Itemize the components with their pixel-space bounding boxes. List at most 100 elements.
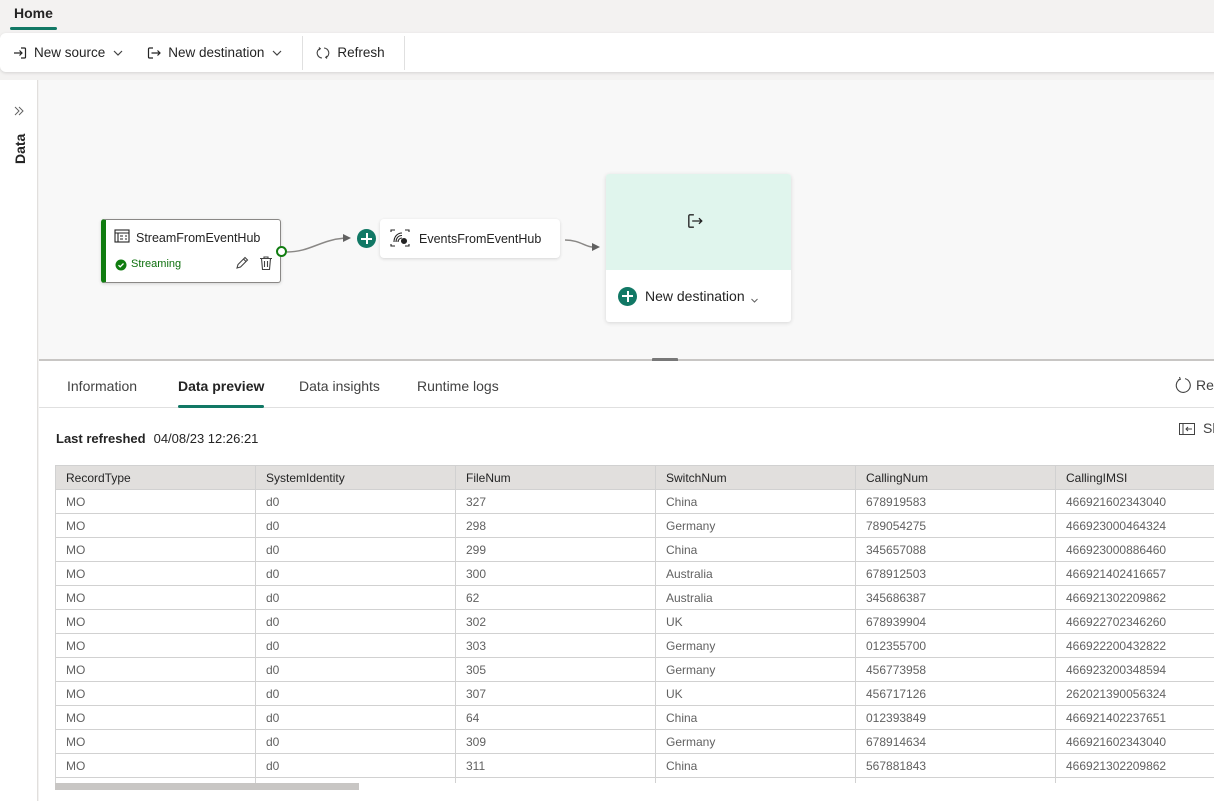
table-cell: 466921602343040 [1055, 729, 1214, 754]
column-header[interactable]: FileNum [455, 465, 656, 490]
table-header-row: RecordType SystemIdentity FileNum SwitchNum… [55, 465, 1214, 490]
table-cell: 327 [455, 489, 656, 514]
table-cell: d0 [255, 753, 456, 778]
edit-pencil-icon[interactable] [235, 256, 249, 270]
new-destination-dropdown[interactable]: New destination [606, 270, 791, 322]
table-cell: 466923200348594 [1055, 657, 1214, 682]
destination-card[interactable]: New destination [606, 174, 791, 322]
details-panel: Information Data preview Data insights R… [39, 361, 1214, 801]
source-status: Streaming [131, 258, 182, 270]
add-operation-button[interactable] [357, 229, 376, 248]
table-cell: MO [55, 537, 256, 562]
source-node[interactable]: StreamFromEventHub Streaming [101, 219, 281, 283]
table-cell: MO [55, 753, 256, 778]
table-cell: Germany [655, 633, 856, 658]
column-header[interactable]: CallingIMSI [1055, 465, 1214, 490]
new-destination-card-label: New destination [645, 288, 745, 304]
table-cell: UK [655, 609, 856, 634]
table-cell: Germany [655, 657, 856, 682]
table-row: MO d0 300 Australia 678912503 466921402416657 [55, 561, 1214, 586]
table-cell: 678939904 [855, 609, 1056, 634]
table-cell: 466923000464324 [1055, 513, 1214, 538]
table-cell: MO [55, 681, 256, 706]
table-row: MO d0 299 China 345657088 466923000886460 [55, 537, 1214, 562]
horizontal-scrollbar[interactable] [55, 783, 359, 790]
table-cell: 466922702346260 [1055, 609, 1214, 634]
refresh-button[interactable]: Refresh [315, 38, 385, 68]
table-cell: d0 [255, 561, 456, 586]
data-rail-label: Data [12, 133, 28, 164]
stream-node[interactable]: EventsFromEventHub [380, 219, 560, 258]
table-cell: 466921402237651 [1055, 705, 1214, 730]
top-tab-bar: Home [0, 0, 1214, 32]
tab-runtime-logs[interactable]: Runtime logs [417, 378, 499, 408]
table-cell: 466921602343040 [1055, 489, 1214, 514]
tab-data-preview[interactable]: Data preview [178, 378, 265, 408]
destination-card-header [606, 174, 791, 270]
table-cell: 678914634 [855, 729, 1056, 754]
refresh-label: Refresh [337, 45, 385, 60]
source-output-port[interactable] [276, 246, 287, 257]
sign-out-icon [686, 212, 704, 230]
table-cell: UK [655, 681, 856, 706]
tab-home[interactable]: Home [10, 0, 57, 30]
table-cell: d0 [255, 585, 456, 610]
table-cell: 299 [455, 537, 656, 562]
table-row: MO d0 64 China 012393849 466921402237651 [55, 705, 1214, 730]
table-cell: 345657088 [855, 537, 1056, 562]
data-preview-table: RecordType SystemIdentity FileNum SwitchNum… [55, 465, 1214, 783]
table-cell: 302 [455, 609, 656, 634]
table-cell: 012393849 [855, 705, 1056, 730]
panel-left-icon [1179, 422, 1195, 435]
table-cell: Australia [655, 585, 856, 610]
table-cell: China [655, 537, 856, 562]
new-source-button[interactable]: New source [12, 38, 124, 68]
refresh-icon [1174, 376, 1192, 394]
delete-trash-icon[interactable] [259, 255, 273, 271]
table-cell: MO [55, 609, 256, 634]
toolbar-divider [403, 35, 405, 70]
column-header[interactable]: SystemIdentity [255, 465, 456, 490]
last-refreshed-label: Last refreshed [56, 431, 146, 446]
tab-data-insights[interactable]: Data insights [299, 378, 380, 408]
table-cell: China [655, 753, 856, 778]
table-cell: 305 [455, 657, 656, 682]
table-cell: MO [55, 561, 256, 586]
show-pane-button[interactable]: Sh [1179, 420, 1214, 436]
column-header[interactable]: RecordType [55, 465, 256, 490]
eventstream-icon [390, 228, 410, 248]
sign-in-icon [12, 45, 28, 61]
data-rail-toggle[interactable]: Data [10, 130, 30, 170]
table-cell: Germany [655, 513, 856, 538]
table-cell [855, 777, 1056, 783]
show-pane-label: Sh [1203, 420, 1214, 436]
last-refreshed: Last refreshed 04/08/23 12:26:21 [56, 431, 258, 446]
table-cell: 303 [455, 633, 656, 658]
source-node-title: StreamFromEventHub [136, 231, 261, 245]
column-header[interactable]: SwitchNum [655, 465, 856, 490]
new-destination-button[interactable]: New destination [146, 38, 283, 68]
table-cell: 466922200432822 [1055, 633, 1214, 658]
toolbar-divider [302, 35, 304, 70]
table-cell: 298 [455, 513, 656, 538]
table-cell: MO [55, 657, 256, 682]
add-circle-icon [618, 286, 637, 306]
table-cell: 567881843 [855, 753, 1056, 778]
panel-refresh-label: Ref [1196, 377, 1214, 393]
eventhub-source-icon [114, 229, 130, 243]
table-row: MO d0 327 China 678919583 466921602343040 [55, 489, 1214, 514]
table-cell: d0 [255, 705, 456, 730]
stream-node-title: EventsFromEventHub [419, 232, 542, 246]
table-cell: d0 [255, 489, 456, 514]
table-cell: 262021390056324 [1055, 681, 1214, 706]
tab-information[interactable]: Information [67, 378, 137, 408]
column-header[interactable]: CallingNum [855, 465, 1056, 490]
table-cell: 678912503 [855, 561, 1056, 586]
expand-chevron-icon[interactable] [12, 104, 26, 118]
last-refreshed-value: 04/08/23 12:26:21 [153, 431, 259, 446]
panel-refresh-button[interactable]: Ref [1174, 376, 1214, 394]
table-cell [655, 777, 856, 783]
table-row: MO d0 311 China 567881843 466921302209862 [55, 753, 1214, 778]
table-cell: 64 [455, 705, 656, 730]
table-cell: MO [55, 633, 256, 658]
